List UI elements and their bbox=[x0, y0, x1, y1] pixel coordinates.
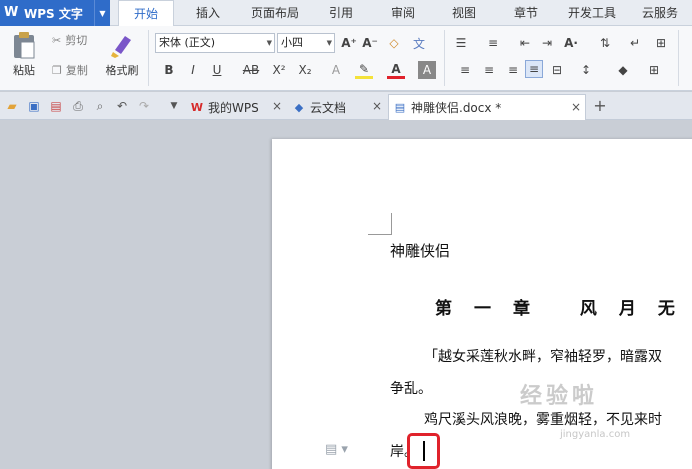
text-direction-icon[interactable]: A· bbox=[562, 34, 580, 52]
chevron-down-icon[interactable]: ▼ bbox=[166, 98, 182, 114]
phonetic-guide-icon[interactable]: 文 bbox=[410, 34, 428, 52]
divider bbox=[678, 30, 679, 86]
align-right-icon[interactable]: ≡ bbox=[504, 61, 522, 79]
close-icon[interactable]: × bbox=[372, 99, 382, 113]
document-icon: ▤ bbox=[394, 101, 406, 114]
chapter-heading[interactable]: 第一章 风月无 bbox=[435, 294, 692, 319]
new-tab-plus-icon[interactable]: + bbox=[592, 96, 608, 115]
grow-font-icon[interactable]: A⁺ bbox=[340, 34, 358, 52]
menu-bar: W WPS 文字 ▼ 开始 插入 页面布局 引用 审阅 视图 章节 开发工具 云… bbox=[0, 0, 692, 27]
tab-developer[interactable]: 开发工具 bbox=[563, 0, 621, 26]
bold-icon[interactable]: B bbox=[160, 61, 178, 79]
tab-label: 我的WPS bbox=[208, 100, 259, 115]
chevron-down-icon: ▼ bbox=[266, 39, 272, 47]
bullet-list-icon[interactable]: ☰ bbox=[452, 34, 470, 52]
strikethrough-icon[interactable]: AB bbox=[238, 61, 264, 79]
wps-logo-icon: W bbox=[190, 100, 204, 114]
copy-icon: ❐ bbox=[52, 63, 62, 77]
distributed-icon[interactable]: ⊟ bbox=[548, 61, 566, 79]
decrease-indent-icon[interactable]: ⇤ bbox=[516, 34, 534, 52]
document-title[interactable]: 神雕侠侣 bbox=[390, 240, 450, 261]
open-folder-icon[interactable]: ▰ bbox=[4, 98, 20, 114]
align-center-icon[interactable]: ≡ bbox=[480, 61, 498, 79]
wps-logo-icon: W bbox=[4, 5, 19, 20]
font-name-value: 宋体 (正文) bbox=[159, 36, 216, 49]
divider bbox=[148, 30, 149, 86]
chevron-down-icon: ▼ bbox=[326, 39, 332, 47]
clipboard-icon bbox=[11, 30, 37, 60]
undo-icon[interactable]: ↶ bbox=[114, 98, 130, 114]
numbered-list-icon[interactable]: ≡ bbox=[484, 34, 502, 52]
font-size-select[interactable]: 小四 ▼ bbox=[277, 33, 335, 53]
tab-my-wps[interactable]: W 我的WPS × bbox=[186, 94, 286, 120]
paragraph-shading-icon[interactable]: ◆ bbox=[614, 61, 632, 79]
chevron-down-icon[interactable]: ▼ bbox=[94, 0, 110, 26]
shrink-font-icon[interactable]: A⁻ bbox=[361, 34, 379, 52]
cut-button[interactable]: ✂ 剪切 bbox=[52, 32, 87, 48]
text-cursor bbox=[423, 441, 425, 461]
tab-document[interactable]: ▤ 神雕侠侣.docx * × bbox=[388, 94, 586, 120]
copy-button[interactable]: ❐ 复制 bbox=[52, 62, 88, 78]
superscript-icon[interactable]: X² bbox=[270, 61, 288, 79]
sort-icon[interactable]: ⇅ bbox=[596, 34, 614, 52]
paragraph-1-line-2[interactable]: 争乱。 bbox=[390, 378, 432, 398]
border-icon[interactable]: ⊞ bbox=[645, 61, 663, 79]
table-icon[interactable]: ⊞ bbox=[652, 34, 670, 52]
font-color-icon[interactable]: A bbox=[387, 61, 405, 79]
app-title: WPS 文字 bbox=[24, 6, 83, 21]
font-size-value: 小四 bbox=[281, 36, 303, 49]
tab-label: 云文档 bbox=[310, 100, 347, 115]
paste-label: 粘贴 bbox=[13, 64, 35, 77]
underline-icon[interactable]: U bbox=[208, 61, 226, 79]
format-painter-label: 格式刷 bbox=[105, 64, 139, 77]
font-name-select[interactable]: 宋体 (正文) ▼ bbox=[155, 33, 275, 53]
justify-icon[interactable]: ≡ bbox=[525, 60, 543, 78]
highlight-icon[interactable]: ✎ bbox=[355, 61, 373, 79]
watermark: 经验啦 bbox=[520, 384, 599, 409]
brush-icon bbox=[109, 30, 135, 60]
divider bbox=[444, 30, 445, 86]
paragraph-2-line-1[interactable]: 鸡尺溪头风浪晚，雾重烟轻，不见来时 bbox=[424, 409, 662, 429]
tab-cloud-service[interactable]: 云服务 bbox=[633, 0, 687, 26]
tab-cloud-docs[interactable]: ◆ 云文档 × bbox=[288, 94, 386, 120]
text-effect-icon[interactable]: A bbox=[327, 61, 345, 79]
tab-insert[interactable]: 插入 bbox=[185, 0, 231, 26]
print-preview-icon[interactable]: ⌕ bbox=[92, 98, 108, 114]
margin-corner-mark bbox=[368, 213, 392, 235]
align-left-icon[interactable]: ≡ bbox=[456, 61, 474, 79]
export-pdf-icon[interactable]: ▤ bbox=[48, 98, 64, 114]
redo-icon[interactable]: ↷ bbox=[136, 98, 152, 114]
tab-page-layout[interactable]: 页面布局 bbox=[243, 0, 307, 26]
copy-label: 复制 bbox=[65, 64, 88, 77]
tab-home[interactable]: 开始 bbox=[118, 0, 174, 27]
watermark-url: jingyanla.com bbox=[560, 429, 631, 440]
italic-icon[interactable]: I bbox=[184, 61, 202, 79]
paragraph-1-line-1[interactable]: 「越女采莲秋水畔，窄袖轻罗，暗露双 bbox=[424, 346, 662, 366]
close-icon[interactable]: × bbox=[571, 100, 581, 114]
save-icon[interactable]: ▣ bbox=[26, 98, 42, 114]
app-menu-button[interactable]: W WPS 文字 ▼ bbox=[0, 0, 110, 26]
tab-view[interactable]: 视图 bbox=[441, 0, 487, 26]
paste-button[interactable]: 粘贴 bbox=[6, 30, 42, 78]
ribbon: 粘贴 ✂ 剪切 ❐ 复制 格式刷 宋体 (正文) ▼ 小四 ▼ A⁺ A⁻ ◇ … bbox=[0, 26, 692, 91]
line-spacing-icon[interactable]: ↕ bbox=[577, 61, 595, 79]
tab-review[interactable]: 审阅 bbox=[380, 0, 426, 26]
print-icon[interactable]: ⎙ bbox=[70, 98, 86, 114]
character-shading-icon[interactable]: A bbox=[418, 61, 436, 79]
tab-references[interactable]: 引用 bbox=[318, 0, 364, 26]
increase-indent-icon[interactable]: ⇥ bbox=[538, 34, 556, 52]
subscript-icon[interactable]: X₂ bbox=[296, 61, 314, 79]
format-painter-button[interactable]: 格式刷 bbox=[100, 30, 144, 78]
page-options-icon[interactable]: ▤ ▾ bbox=[325, 442, 348, 457]
tab-sections[interactable]: 章节 bbox=[503, 0, 549, 26]
cloud-cube-icon: ◆ bbox=[294, 100, 304, 114]
document-tab-bar: ▰ ▣ ▤ ⎙ ⌕ ↶ ↷ ▼ W 我的WPS × ◆ 云文档 × ▤ 神雕侠侣… bbox=[0, 92, 692, 120]
tab-label: 神雕侠侣.docx * bbox=[411, 101, 502, 115]
paragraph-mark-icon[interactable]: ↵ bbox=[626, 34, 644, 52]
close-icon[interactable]: × bbox=[272, 99, 282, 113]
clear-format-icon[interactable]: ◇ bbox=[385, 34, 403, 52]
cut-label: 剪切 bbox=[65, 34, 88, 47]
scissors-icon: ✂ bbox=[52, 33, 62, 47]
